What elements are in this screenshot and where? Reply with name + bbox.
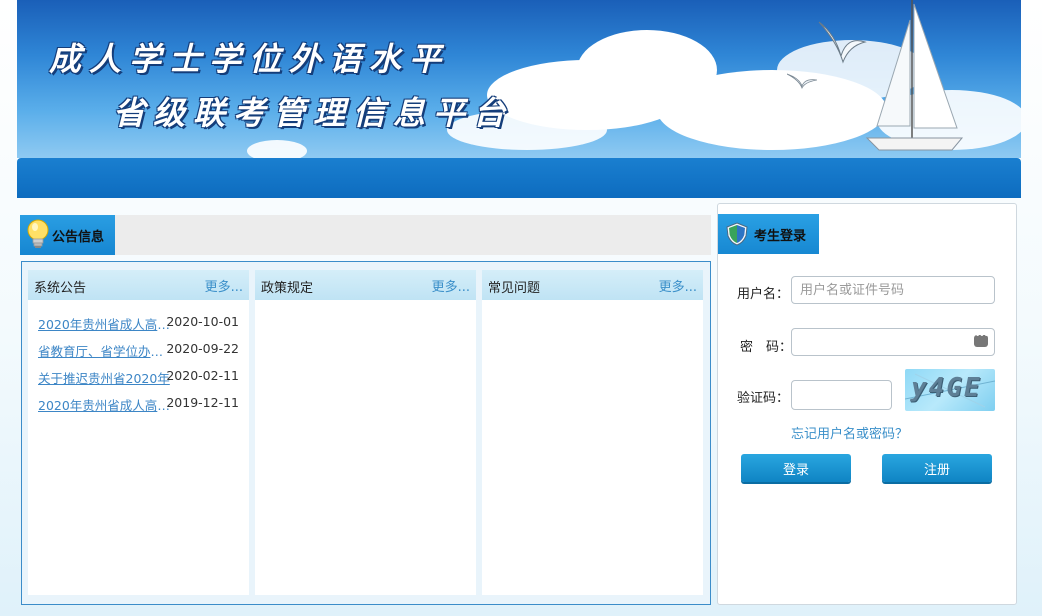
captcha-image[interactable]: y4GE <box>905 369 995 411</box>
captcha-input[interactable] <box>791 380 892 410</box>
login-tab-label: 考生登录 <box>754 229 807 244</box>
lightbulb-icon <box>27 219 49 248</box>
column-title: 系统公告 <box>34 281 87 296</box>
column-title: 政策规定 <box>261 281 314 296</box>
more-link[interactable]: 更多... <box>432 276 470 295</box>
password-label: 密 码： <box>740 340 793 355</box>
username-input[interactable] <box>791 276 995 304</box>
login-panel: 考生登录 用户名： 密 码： 验证码： y4GE 忘记用户名或密码？ 登录 注册 <box>717 203 1017 605</box>
news-link[interactable]: 2020年贵州省成人高等教育学士学位外语水平考试 <box>38 314 172 333</box>
column-header: 政策规定 更多... <box>255 270 476 300</box>
banner-title-line2: 省级联考管理信息平台 <box>113 94 514 132</box>
seagull-icon <box>787 73 817 89</box>
news-date: 2020-09-22 <box>166 341 239 356</box>
list-item: 2020年贵州省成人高等教育学士学位外语水平考试 2019-12-11 <box>28 391 249 418</box>
captcha-text: y4GE <box>911 373 982 403</box>
announcement-tab-label: 公告信息 <box>52 230 105 245</box>
column-title: 常见问题 <box>488 281 541 296</box>
system-notice-column: 系统公告 更多... 2020年贵州省成人高等教育学士学位外语水平考试 2020… <box>28 270 249 595</box>
register-button[interactable]: 注册 <box>882 454 992 482</box>
captcha-label: 验证码： <box>737 391 790 406</box>
news-date: 2019-12-11 <box>166 395 239 410</box>
login-button[interactable]: 登录 <box>741 454 851 482</box>
news-link[interactable]: 2020年贵州省成人高等教育学士学位外语水平考试 <box>38 395 172 414</box>
cloud-decoration <box>247 140 307 158</box>
news-link[interactable]: 省教育厅、省学位办关于 <box>38 341 172 360</box>
news-list: 2020年贵州省成人高等教育学士学位外语水平考试 2020-10-01 省教育厅… <box>28 300 249 418</box>
nav-bar <box>17 158 1021 198</box>
news-link[interactable]: 关于推迟贵州省2020年 <box>38 368 172 387</box>
login-tab[interactable]: 考生登录 <box>718 214 819 254</box>
policy-column: 政策规定 更多... <box>255 270 476 595</box>
password-manager-icon[interactable] <box>974 331 988 347</box>
announcement-panel: 系统公告 更多... 2020年贵州省成人高等教育学士学位外语水平考试 2020… <box>21 261 711 605</box>
list-item: 关于推迟贵州省2020年 2020-02-11 <box>28 364 249 391</box>
announcement-header: 公告信息 <box>20 215 711 255</box>
news-date: 2020-10-01 <box>166 314 239 329</box>
forgot-password-link[interactable]: 忘记用户名或密码？ <box>791 423 908 442</box>
announcement-tab[interactable]: 公告信息 <box>20 215 115 255</box>
list-item: 2020年贵州省成人高等教育学士学位外语水平考试 2020-10-01 <box>28 310 249 337</box>
column-header: 常见问题 更多... <box>482 270 703 300</box>
sailboat-icon <box>865 0 964 151</box>
password-input[interactable] <box>791 328 995 356</box>
shield-icon <box>726 222 748 246</box>
column-header: 系统公告 更多... <box>28 270 249 300</box>
banner-title-line1: 成人学士学位外语水平 <box>49 40 450 78</box>
username-label: 用户名： <box>737 287 790 302</box>
more-link[interactable]: 更多... <box>205 276 243 295</box>
header-banner: 成人学士学位外语水平 省级联考管理信息平台 <box>17 0 1021 158</box>
list-item: 省教育厅、省学位办关于 2020-09-22 <box>28 337 249 364</box>
news-date: 2020-02-11 <box>166 368 239 383</box>
faq-column: 常见问题 更多... <box>482 270 703 595</box>
more-link[interactable]: 更多... <box>659 276 697 295</box>
